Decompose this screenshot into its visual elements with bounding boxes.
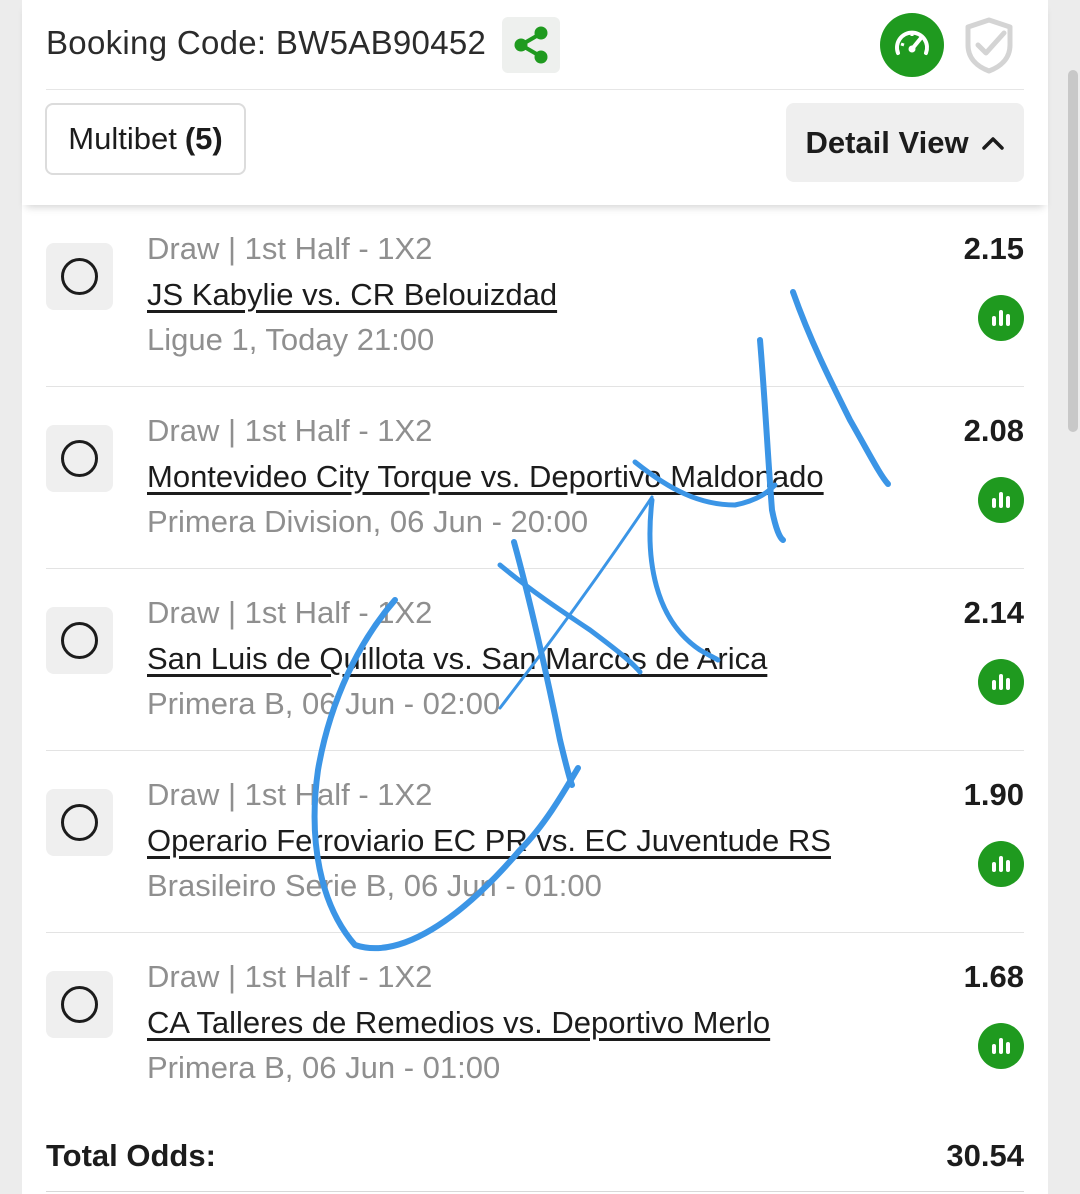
booking-code-label: Booking Code: bbox=[46, 24, 267, 61]
league-time: Primera B, 06 Jun - 02:00 bbox=[147, 686, 501, 721]
total-odds-row: Total Odds: 30.54 bbox=[46, 1118, 1024, 1192]
stats-button[interactable] bbox=[978, 295, 1024, 341]
bar-chart-icon bbox=[992, 492, 1010, 508]
market-label: Draw | 1st Half - 1X2 bbox=[147, 413, 433, 448]
league-time: Primera B, 06 Jun - 01:00 bbox=[147, 1050, 501, 1085]
bar-chart-icon bbox=[992, 1038, 1010, 1054]
speedometer-icon bbox=[895, 30, 929, 55]
league-time: Brasileiro Serie B, 06 Jun - 01:00 bbox=[147, 868, 602, 903]
booking-code-text: Booking Code: BW5AB90452 bbox=[46, 24, 486, 62]
detail-view-button[interactable]: Detail View bbox=[786, 103, 1024, 182]
radio-circle bbox=[61, 258, 98, 295]
speed-button[interactable] bbox=[880, 13, 944, 77]
total-odds-value: 30.54 bbox=[946, 1138, 1024, 1173]
stats-button[interactable] bbox=[978, 659, 1024, 705]
selection-item: Draw | 1st Half - 1X2 CA Talleres de Rem… bbox=[46, 933, 1024, 1115]
odds-value: 2.08 bbox=[963, 413, 1024, 448]
market-label: Draw | 1st Half - 1X2 bbox=[147, 777, 433, 812]
radio-circle bbox=[61, 804, 98, 841]
select-radio[interactable] bbox=[46, 607, 113, 674]
bar-chart-icon bbox=[992, 856, 1010, 872]
match-link[interactable]: CA Talleres de Remedios vs. Deportivo Me… bbox=[147, 1005, 770, 1041]
share-button[interactable] bbox=[502, 17, 560, 73]
match-link[interactable]: Operario Ferroviario EC PR vs. EC Juvent… bbox=[147, 823, 831, 859]
select-radio[interactable] bbox=[46, 789, 113, 856]
chevron-up-icon bbox=[981, 136, 1004, 150]
booking-code-row: Booking Code: BW5AB90452 bbox=[46, 12, 1024, 90]
shield-check-icon bbox=[965, 17, 1013, 74]
bar-chart-icon bbox=[992, 674, 1010, 690]
multibet-label: Multibet bbox=[68, 121, 177, 156]
radio-circle bbox=[61, 986, 98, 1023]
betslip-card: Booking Code: BW5AB90452 Multibet (5) De… bbox=[22, 0, 1048, 1194]
odds-value: 1.68 bbox=[963, 959, 1024, 994]
stats-button[interactable] bbox=[978, 1023, 1024, 1069]
market-label: Draw | 1st Half - 1X2 bbox=[147, 595, 433, 630]
bar-chart-icon bbox=[992, 310, 1010, 326]
selection-item: Draw | 1st Half - 1X2 JS Kabylie vs. CR … bbox=[46, 205, 1024, 387]
select-radio[interactable] bbox=[46, 971, 113, 1038]
match-link[interactable]: Montevideo City Torque vs. Deportivo Mal… bbox=[147, 459, 824, 495]
total-odds-label: Total Odds: bbox=[46, 1138, 216, 1173]
select-radio[interactable] bbox=[46, 243, 113, 310]
shield-button[interactable] bbox=[958, 12, 1020, 78]
booking-code-value[interactable]: BW5AB90452 bbox=[276, 24, 486, 61]
odds-value: 1.90 bbox=[963, 777, 1024, 812]
radio-circle bbox=[61, 622, 98, 659]
league-time: Primera Division, 06 Jun - 20:00 bbox=[147, 504, 589, 539]
match-link[interactable]: San Luis de Quillota vs. San Marcos de A… bbox=[147, 641, 767, 677]
odds-value: 2.15 bbox=[963, 231, 1024, 266]
odds-value: 2.14 bbox=[963, 595, 1024, 630]
betslip-header: Booking Code: BW5AB90452 Multibet (5) De… bbox=[22, 0, 1048, 205]
stats-button[interactable] bbox=[978, 841, 1024, 887]
share-icon bbox=[514, 26, 548, 64]
multibet-count: (5) bbox=[184, 121, 223, 156]
scrollbar[interactable] bbox=[1068, 70, 1078, 432]
select-radio[interactable] bbox=[46, 425, 113, 492]
match-link[interactable]: JS Kabylie vs. CR Belouizdad bbox=[147, 277, 557, 313]
multibet-button[interactable]: Multibet (5) bbox=[45, 103, 246, 175]
radio-circle bbox=[61, 440, 98, 477]
selection-item: Draw | 1st Half - 1X2 San Luis de Quillo… bbox=[46, 569, 1024, 751]
league-time: Ligue 1, Today 21:00 bbox=[147, 322, 435, 357]
selection-item: Draw | 1st Half - 1X2 Operario Ferroviar… bbox=[46, 751, 1024, 933]
stats-button[interactable] bbox=[978, 477, 1024, 523]
market-label: Draw | 1st Half - 1X2 bbox=[147, 231, 433, 266]
selection-item: Draw | 1st Half - 1X2 Montevideo City To… bbox=[46, 387, 1024, 569]
market-label: Draw | 1st Half - 1X2 bbox=[147, 959, 433, 994]
detail-view-label: Detail View bbox=[805, 124, 969, 160]
